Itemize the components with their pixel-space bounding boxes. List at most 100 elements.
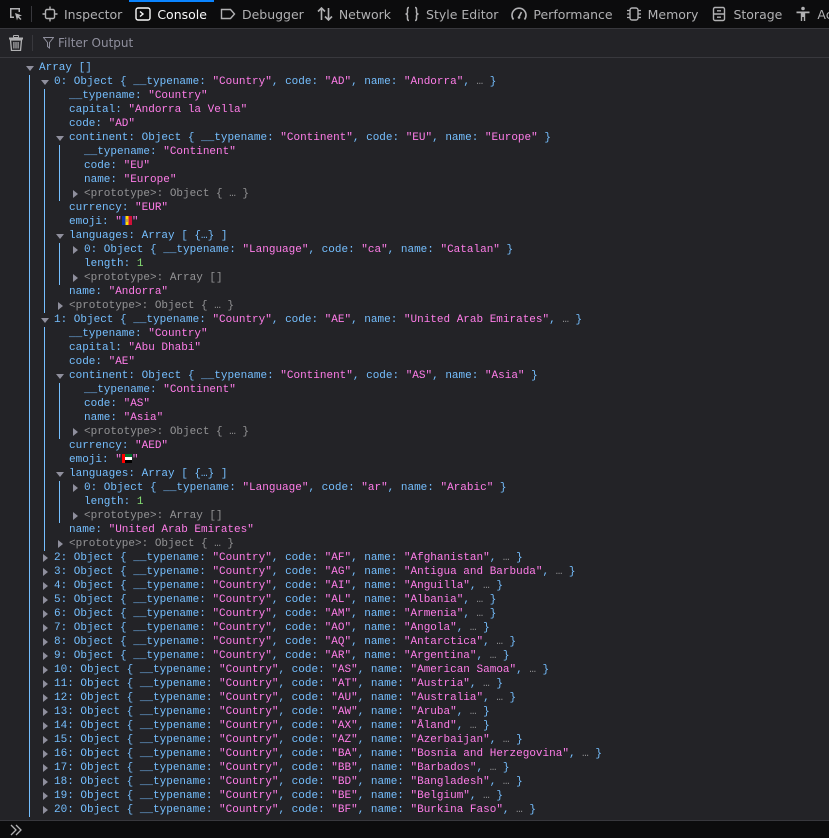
expand-arrow-closed-icon[interactable]: [40, 677, 50, 691]
tab-label: Network: [338, 6, 392, 22]
array-item[interactable]: 13: Object { __typename: "Country", code…: [54, 705, 490, 719]
tab-label: Style Editor: [426, 6, 499, 22]
clear-console-button[interactable]: [0, 29, 32, 58]
array-item[interactable]: 20: Object { __typename: "Country", code…: [54, 803, 536, 817]
prototype-entry[interactable]: <prototype>: Object { … }: [69, 299, 234, 313]
prototype-entry[interactable]: <prototype>: Object { … }: [84, 187, 249, 201]
row-text: languages: Array [ {…} ]: [69, 468, 228, 480]
prototype-entry[interactable]: <prototype>: Array []: [84, 271, 223, 285]
expand-arrow-closed-icon[interactable]: [40, 607, 50, 621]
tab-label: Inspector: [64, 6, 123, 22]
prop-length: length: 1: [84, 495, 143, 509]
root-array[interactable]: Array []: [39, 61, 92, 75]
language-item[interactable]: 0: Object { __typename: "Language", code…: [84, 243, 513, 257]
expand-arrow-closed-icon[interactable]: [70, 187, 80, 201]
expand-arrow-closed-icon[interactable]: [55, 299, 65, 313]
array-item[interactable]: 7: Object { __typename: "Country", code:…: [54, 621, 490, 635]
console-output: Array [] 0: Object { __typename: "Country…: [0, 59, 829, 820]
array-item[interactable]: 12: Object { __typename: "Country", code…: [54, 691, 516, 705]
tab-inspector[interactable]: Inspector: [36, 0, 129, 28]
row-text: 0: Object { __typename: "Language", code…: [84, 482, 507, 494]
expand-arrow-closed-icon[interactable]: [40, 789, 50, 803]
expand-arrow-open-icon[interactable]: [40, 75, 50, 89]
row-text: __typename: "Continent": [84, 384, 236, 396]
array-item[interactable]: 0: Object { __typename: "Country", code:…: [54, 75, 496, 89]
expand-arrow-closed-icon[interactable]: [40, 663, 50, 677]
tab-storage[interactable]: Storage: [705, 0, 789, 28]
expand-arrow-closed-icon[interactable]: [40, 691, 50, 705]
prototype-entry[interactable]: <prototype>: Object { … }: [84, 425, 249, 439]
expand-arrow-open-icon[interactable]: [55, 131, 65, 145]
array-item[interactable]: 2: Object { __typename: "Country", code:…: [54, 551, 523, 565]
expand-arrow-closed-icon[interactable]: [70, 425, 80, 439]
prop-languages[interactable]: languages: Array [ {…} ]: [69, 229, 227, 243]
array-item[interactable]: 17: Object { __typename: "Country", code…: [54, 761, 510, 775]
expand-arrow-closed-icon[interactable]: [40, 775, 50, 789]
array-item[interactable]: 10: Object { __typename: "Country", code…: [54, 663, 549, 677]
prototype-entry[interactable]: <prototype>: Array []: [84, 509, 223, 523]
array-item[interactable]: 16: Object { __typename: "Country", code…: [54, 747, 602, 761]
expand-arrow-closed-icon[interactable]: [55, 537, 65, 551]
row-text: emoji: " ": [69, 216, 139, 228]
expand-arrow-open-icon[interactable]: [55, 467, 65, 481]
row-text: 11: Object { __typename: "Country", code…: [54, 678, 503, 690]
expand-arrow-closed-icon[interactable]: [40, 803, 50, 817]
expand-arrow-closed-icon[interactable]: [40, 705, 50, 719]
row-text: 15: Object { __typename: "Country", code…: [54, 734, 523, 746]
prototype-entry[interactable]: <prototype>: Object { … }: [69, 537, 234, 551]
prop-languages[interactable]: languages: Array [ {…} ]: [69, 467, 227, 481]
expand-arrow-closed-icon[interactable]: [40, 649, 50, 663]
array-item[interactable]: 9: Object { __typename: "Country", code:…: [54, 649, 510, 663]
tab-performance[interactable]: Performance: [505, 0, 619, 28]
expand-arrow-closed-icon[interactable]: [40, 593, 50, 607]
row-text: languages: Array [ {…} ]: [69, 230, 228, 242]
filter-output-input[interactable]: [58, 36, 358, 50]
prop-name: name: "Andorra": [69, 285, 168, 299]
expand-arrow-closed-icon[interactable]: [40, 747, 50, 761]
array-item[interactable]: 19: Object { __typename: "Country", code…: [54, 789, 503, 803]
expand-arrow-closed-icon[interactable]: [40, 565, 50, 579]
expand-arrow-closed-icon[interactable]: [70, 509, 80, 523]
row-text: code: "AE": [69, 356, 136, 368]
array-item[interactable]: 1: Object { __typename: "Country", code:…: [54, 313, 582, 327]
tab-accessibility[interactable]: Accessibility: [789, 0, 829, 28]
prop-continent[interactable]: continent: Object { __typename: "Contine…: [69, 369, 538, 383]
array-item[interactable]: 4: Object { __typename: "Country", code:…: [54, 579, 503, 593]
expand-arrow-open-icon[interactable]: [55, 369, 65, 383]
tab-debugger[interactable]: Debugger: [214, 0, 311, 28]
array-item[interactable]: 8: Object { __typename: "Country", code:…: [54, 635, 516, 649]
expand-arrow-open-icon[interactable]: [40, 313, 50, 327]
expand-arrow-closed-icon[interactable]: [40, 635, 50, 649]
tab-memory[interactable]: Memory: [620, 0, 706, 28]
array-item[interactable]: 18: Object { __typename: "Country", code…: [54, 775, 523, 789]
tab-network[interactable]: Network: [311, 0, 398, 28]
expand-arrow-closed-icon[interactable]: [40, 551, 50, 565]
expand-arrow-open-icon[interactable]: [25, 61, 35, 75]
array-item[interactable]: 6: Object { __typename: "Country", code:…: [54, 607, 496, 621]
array-item[interactable]: 3: Object { __typename: "Country", code:…: [54, 565, 576, 579]
inspector-icon: [42, 6, 58, 22]
prop-currency: currency: "EUR": [69, 201, 168, 215]
expand-arrow-closed-icon[interactable]: [40, 761, 50, 775]
expand-arrow-closed-icon[interactable]: [40, 621, 50, 635]
row-text: 10: Object { __typename: "Country", code…: [54, 664, 550, 676]
expand-arrow-closed-icon[interactable]: [40, 733, 50, 747]
array-item[interactable]: 14: Object { __typename: "Country", code…: [54, 719, 490, 733]
tab-console[interactable]: Console: [129, 0, 214, 28]
expand-arrow-closed-icon[interactable]: [70, 243, 80, 257]
tab-style-editor[interactable]: Style Editor: [398, 0, 505, 28]
prop-capital: capital: "Andorra la Vella": [69, 103, 247, 117]
tree-guide-line: [29, 75, 30, 817]
array-item[interactable]: 5: Object { __typename: "Country", code:…: [54, 593, 496, 607]
expand-arrow-closed-icon[interactable]: [40, 579, 50, 593]
prop-continent[interactable]: continent: Object { __typename: "Contine…: [69, 131, 551, 145]
expand-arrow-closed-icon[interactable]: [40, 719, 50, 733]
array-item[interactable]: 11: Object { __typename: "Country", code…: [54, 677, 503, 691]
expand-arrow-closed-icon[interactable]: [70, 271, 80, 285]
console-input[interactable]: [30, 823, 829, 836]
expand-arrow-closed-icon[interactable]: [70, 481, 80, 495]
array-item[interactable]: 15: Object { __typename: "Country", code…: [54, 733, 523, 747]
element-picker-button[interactable]: [0, 6, 32, 22]
expand-arrow-open-icon[interactable]: [55, 229, 65, 243]
language-item[interactable]: 0: Object { __typename: "Language", code…: [84, 481, 507, 495]
